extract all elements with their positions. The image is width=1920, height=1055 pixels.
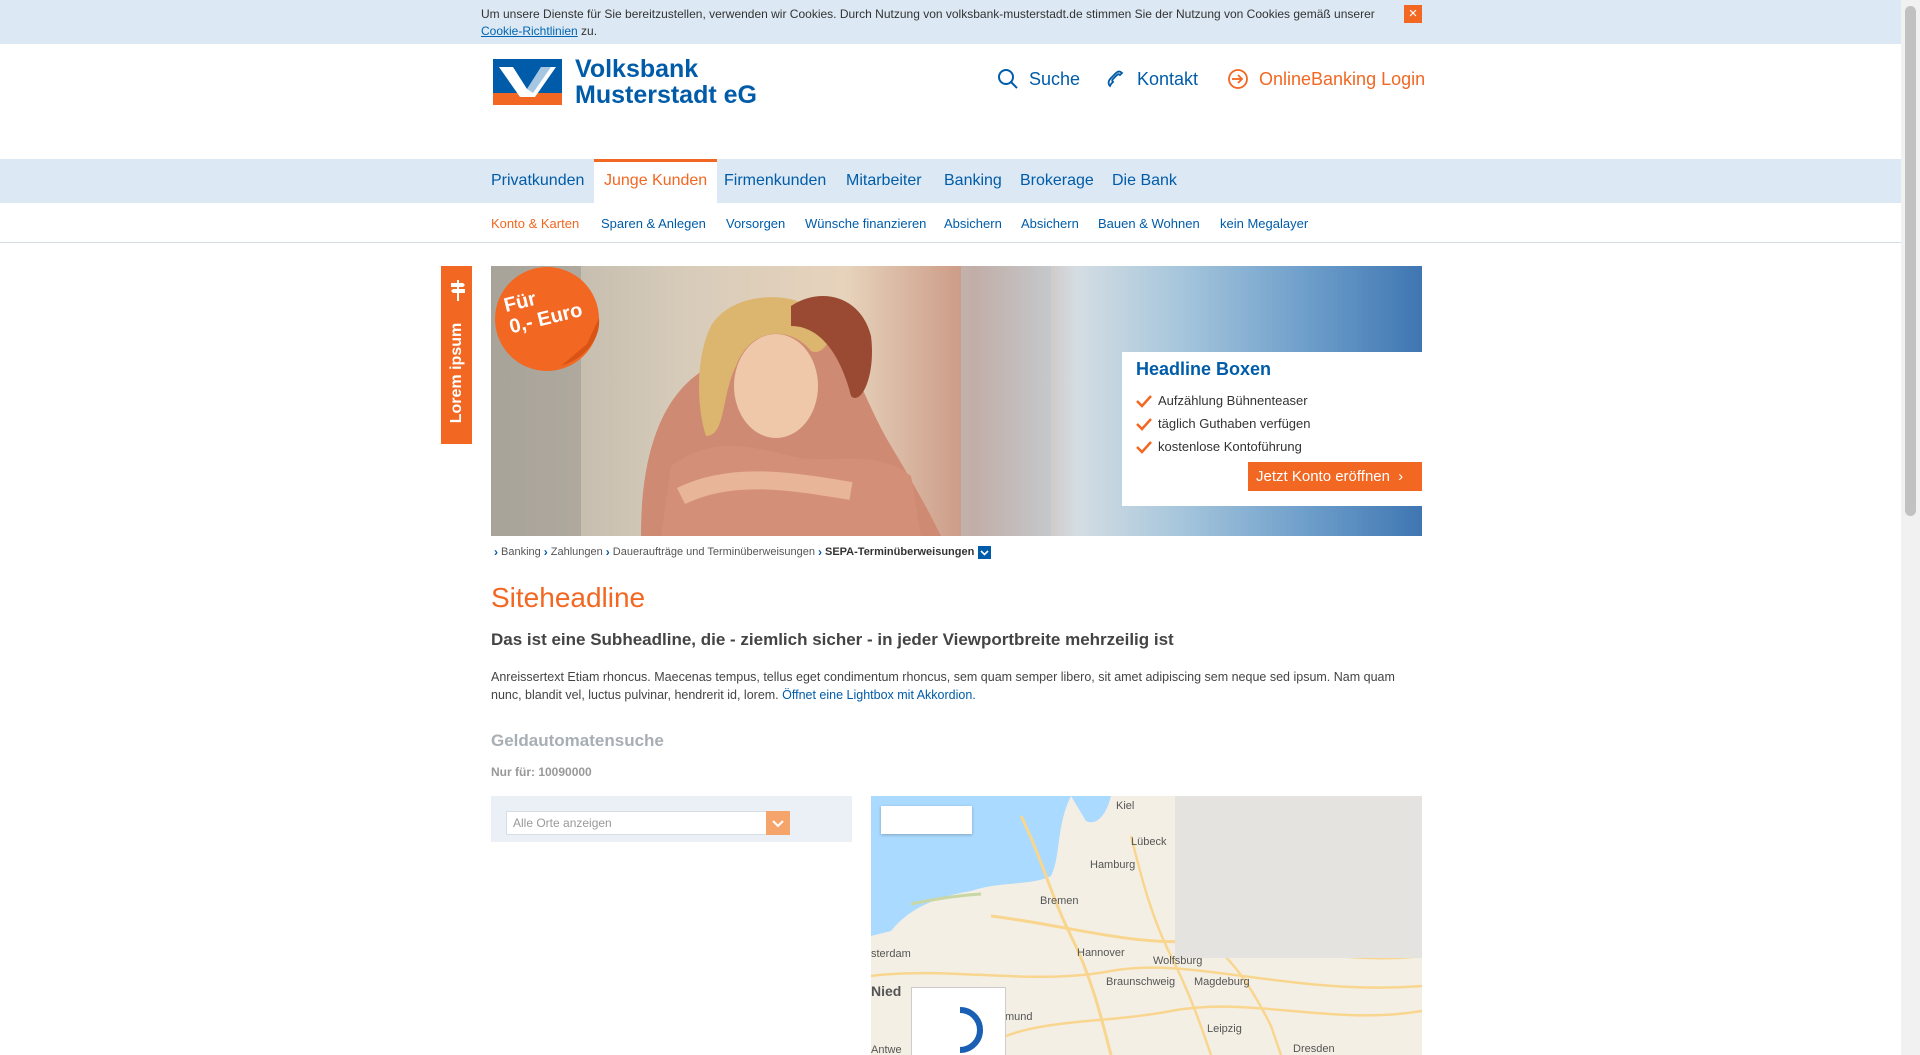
hero-bullet: kostenlose Kontoführung <box>1136 435 1311 458</box>
nav-firmenkunden[interactable]: Firmenkunden <box>724 159 826 203</box>
side-tab-label: Lorem ipsum <box>448 322 465 424</box>
nav-die-bank[interactable]: Die Bank <box>1112 159 1177 203</box>
hero-teaser: Für 0,- Euro Headline Boxen Aufzählung B… <box>491 266 1422 536</box>
intro-text: Anreissertext Etiam rhoncus. Maecenas te… <box>491 670 1395 702</box>
map-label: Hannover <box>1077 947 1125 959</box>
hero-box-title: Headline Boxen <box>1136 359 1272 379</box>
nav-banking[interactable]: Banking <box>944 159 1002 203</box>
page-scrollbar[interactable] <box>1901 0 1920 1055</box>
chevron-down-icon[interactable] <box>766 811 790 835</box>
chevron-right-icon: › <box>605 545 610 559</box>
bank-name-line1: Volksbank <box>575 55 699 83</box>
nav-junge-kunden[interactable]: Junge Kunden <box>594 159 718 203</box>
nav-brokerage[interactable]: Brokerage <box>1020 159 1094 203</box>
page-title: Siteheadline <box>491 582 646 613</box>
contact-link-label: Kontakt <box>1137 68 1199 89</box>
map-type-control[interactable] <box>881 806 972 834</box>
breadcrumb-current: SEPA-Terminüberweisungen <box>824 546 975 558</box>
main-navigation: Privatkunden Junge Kunden Firmenkunden M… <box>0 159 1901 203</box>
lightbox-link[interactable]: Öffnet eine Lightbox mit Akkordion. <box>782 688 976 702</box>
chevron-down-icon[interactable] <box>978 545 992 559</box>
atm-search-note: Nur für: 10090000 <box>491 765 592 779</box>
subnav-absichern-2[interactable]: Absichern <box>1021 216 1079 231</box>
site-header: Volksbank Musterstadt eG Suche Kontakt O… <box>0 44 1901 159</box>
nav-privatkunden[interactable]: Privatkunden <box>491 159 584 203</box>
loading-spinner <box>911 987 1006 1055</box>
page-subheadline: Das ist eine Subheadline, die - ziemlich… <box>491 630 1174 649</box>
check-icon <box>1136 440 1152 454</box>
map-label: sterdam <box>871 948 911 960</box>
open-account-label: Jetzt Konto eröffnen <box>1256 468 1390 485</box>
map-label: Kiel <box>1116 800 1135 812</box>
cookie-banner: Um unsere Dienste für Sie bereitzustelle… <box>0 0 1901 44</box>
map-unloaded-tile <box>1175 796 1422 958</box>
onlinebanking-login-label: OnlineBanking Login <box>1259 68 1426 89</box>
subnav-kein-megalayer[interactable]: kein Megalayer <box>1220 216 1308 231</box>
login-icon <box>1228 69 1248 89</box>
chevron-right-icon: › <box>543 545 548 559</box>
chevron-right-icon: › <box>817 545 822 559</box>
subnav-bauen-wohnen[interactable]: Bauen & Wohnen <box>1098 216 1200 231</box>
search-link-label: Suche <box>1029 68 1081 89</box>
map-label: Dresden <box>1293 1043 1335 1055</box>
map-label: Braunschweig <box>1106 976 1176 988</box>
side-flyout-tab[interactable]: Lorem ipsum <box>438 266 472 444</box>
hero-bullet: Aufzählung Bühnenteaser <box>1136 389 1311 412</box>
subnav-konto-karten[interactable]: Konto & Karten <box>491 216 579 231</box>
sub-navigation: Konto & Karten Sparen & Anlegen Vorsorge… <box>0 203 1901 243</box>
close-icon[interactable]: × <box>1404 5 1422 23</box>
subnav-absichern[interactable]: Absichern <box>944 216 1002 231</box>
signpost-icon <box>451 280 465 301</box>
check-icon <box>1136 417 1152 431</box>
map-label: Leipzig <box>1207 1023 1242 1035</box>
atm-search-title: Geldautomatensuche <box>491 731 664 750</box>
check-icon <box>1136 394 1152 408</box>
chevron-right-icon: › <box>494 545 498 559</box>
map-label: Magdeburg <box>1194 976 1250 988</box>
scrollbar-thumb[interactable] <box>1905 6 1916 516</box>
hero-bullet-text: Aufzählung Bühnenteaser <box>1158 393 1308 408</box>
hero-bullet-text: kostenlose Kontoführung <box>1158 439 1302 454</box>
hero-bullet-text: täglich Guthaben verfügen <box>1158 416 1311 431</box>
hero-info-box: Headline Boxen Aufzählung Bühnenteaser t… <box>1122 352 1422 506</box>
cookie-text: Um unsere Dienste für Sie bereitzustelle… <box>481 7 1375 38</box>
map-label: Nied <box>871 983 902 999</box>
atm-filter-panel: Alle Orte anzeigen <box>491 796 852 842</box>
open-account-button[interactable]: Jetzt Konto eröffnen › <box>1248 462 1422 491</box>
nav-mitarbeiter[interactable]: Mitarbeiter <box>846 159 922 203</box>
map-label: Hamburg <box>1090 859 1136 871</box>
onlinebanking-login-link[interactable]: OnlineBanking Login <box>1227 64 1425 94</box>
map-label: Antwe <box>871 1044 902 1055</box>
location-select-value: Alle Orte anzeigen <box>513 816 612 830</box>
location-select[interactable]: Alle Orte anzeigen <box>506 811 790 835</box>
subnav-wuensche-finanzieren[interactable]: Wünsche finanzieren <box>805 216 926 231</box>
breadcrumb: › Banking › Zahlungen › Daueraufträge un… <box>491 544 992 560</box>
contact-link[interactable]: Kontakt <box>1105 64 1198 94</box>
search-icon <box>998 69 1018 89</box>
cookie-policy-link[interactable]: Cookie-Richtlinien <box>481 24 578 38</box>
bank-name-line2: Musterstadt eG <box>575 81 757 109</box>
map-label: mund <box>1005 1011 1033 1023</box>
map-label: Bremen <box>1040 895 1079 907</box>
search-link[interactable]: Suche <box>997 64 1080 94</box>
phone-icon <box>1107 70 1124 88</box>
breadcrumb-item-banking[interactable]: Banking <box>501 546 541 558</box>
breadcrumb-item-dauerauftraege[interactable]: Daueraufträge und Terminüberweisungen <box>613 546 815 558</box>
hero-bullet-list: Aufzählung Bühnenteaser täglich Guthaben… <box>1136 389 1311 458</box>
subnav-sparen-anlegen[interactable]: Sparen & Anlegen <box>601 216 706 231</box>
chevron-right-icon: › <box>1398 468 1404 485</box>
map-label: Wolfsburg <box>1153 955 1203 967</box>
subnav-vorsorgen[interactable]: Vorsorgen <box>726 216 785 231</box>
atm-map[interactable]: Kiel Lübeck Hamburg Bremen Hannover Wolf… <box>871 796 1422 1055</box>
hero-bullet: täglich Guthaben verfügen <box>1136 412 1311 435</box>
spinner-icon <box>959 1007 983 1053</box>
volksbank-logo-icon[interactable] <box>493 59 562 105</box>
bank-name[interactable]: Volksbank Musterstadt eG <box>575 56 757 108</box>
breadcrumb-item-zahlungen[interactable]: Zahlungen <box>551 546 603 558</box>
map-label: Lübeck <box>1131 836 1167 848</box>
